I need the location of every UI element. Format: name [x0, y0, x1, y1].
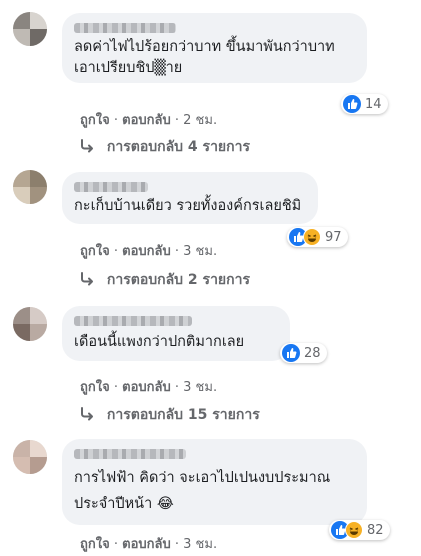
reply-arrow-icon — [81, 139, 93, 153]
like-button[interactable]: ถูกใจ — [80, 380, 110, 395]
view-replies-label: การตอบกลับ 4 รายการ — [106, 139, 250, 155]
comment-time[interactable]: 3 ชม. — [183, 244, 217, 259]
reaction-count: 28 — [304, 345, 321, 361]
view-replies-link[interactable]: การตอบกลับ 15 รายการ — [80, 404, 260, 426]
view-replies-label: การตอบกลับ 2 รายการ — [106, 272, 250, 288]
haha-icon — [303, 228, 321, 246]
comment-bubble: เดือนนี้แพงกว่าปกติมากเลย — [62, 306, 290, 361]
haha-icon — [345, 521, 363, 539]
view-replies-link[interactable]: การตอบกลับ 4 รายการ — [80, 136, 250, 158]
avatar[interactable] — [13, 12, 47, 46]
separator: · — [174, 113, 180, 128]
comment-actions: ถูกใจ · ตอบกลับ · 2 ชม. — [80, 109, 217, 130]
comment-actions: ถูกใจ · ตอบกลับ · 3 ชม. — [80, 533, 217, 554]
author-name-blurred[interactable] — [74, 316, 192, 326]
comment-time[interactable]: 3 ชม. — [183, 380, 217, 395]
comment-text-line: เอาเปรียบชิป▒าย — [74, 60, 183, 76]
like-icon — [282, 344, 300, 362]
comment-actions: ถูกใจ · ตอบกลับ · 3 ชม. — [80, 240, 217, 261]
reply-button[interactable]: ตอบกลับ — [122, 113, 171, 128]
comment-actions: ถูกใจ · ตอบกลับ · 3 ชม. — [80, 376, 217, 397]
separator: · — [174, 244, 180, 259]
reaction-summary[interactable]: 82 — [329, 520, 390, 540]
comment-text-line: ประจำปีหน้า 😂 — [74, 496, 174, 512]
comment-text-line: เดือนนี้แพงกว่าปกติมากเลย — [74, 334, 245, 350]
like-button[interactable]: ถูกใจ — [80, 113, 110, 128]
comment-text-line: ลดค่าไฟไปร้อยกว่าบาท ขึ้นมาพันกว่าบาท — [74, 39, 335, 55]
reply-button[interactable]: ตอบกลับ — [122, 537, 171, 552]
author-name-blurred[interactable] — [74, 23, 176, 33]
comment-text-line: การไฟฟ้า คิดว่า จะเอาไปเปนงบประมาณ — [74, 470, 331, 486]
separator: · — [174, 380, 180, 395]
separator: · — [113, 537, 118, 552]
comment-time[interactable]: 2 ชม. — [183, 113, 217, 128]
comment-time[interactable]: 3 ชม. — [183, 537, 217, 552]
reaction-summary[interactable]: 14 — [341, 94, 388, 114]
avatar[interactable] — [13, 170, 47, 204]
separator: · — [113, 380, 118, 395]
comment-text-line: กะเก็บบ้านเดียว รวยทั้งองค์กรเลยชิมิ — [74, 198, 302, 214]
author-name-blurred[interactable] — [74, 449, 186, 459]
like-button[interactable]: ถูกใจ — [80, 244, 110, 259]
reply-button[interactable]: ตอบกลับ — [122, 380, 171, 395]
reaction-count: 82 — [367, 522, 384, 538]
reply-arrow-icon — [81, 272, 93, 286]
reaction-summary[interactable]: 97 — [287, 227, 348, 247]
separator: · — [174, 537, 180, 552]
view-replies-link[interactable]: การตอบกลับ 2 รายการ — [80, 269, 250, 291]
comment-bubble: การไฟฟ้า คิดว่า จะเอาไปเปนงบประมาณ ประจำ… — [62, 439, 367, 525]
comment-bubble: ลดค่าไฟไปร้อยกว่าบาท ขึ้นมาพันกว่าบาท เอ… — [62, 13, 367, 83]
avatar[interactable] — [13, 440, 47, 474]
reply-arrow-icon — [81, 407, 93, 421]
like-button[interactable]: ถูกใจ — [80, 537, 110, 552]
author-name-blurred[interactable] — [74, 182, 148, 192]
view-replies-label: การตอบกลับ 15 รายการ — [106, 407, 260, 423]
avatar[interactable] — [13, 307, 47, 341]
like-icon — [343, 95, 361, 113]
reaction-count: 14 — [365, 96, 382, 112]
reaction-summary[interactable]: 28 — [280, 343, 327, 363]
comment-bubble: กะเก็บบ้านเดียว รวยทั้งองค์กรเลยชิมิ — [62, 172, 318, 224]
separator: · — [113, 113, 118, 128]
reaction-count: 97 — [325, 229, 342, 245]
separator: · — [113, 244, 118, 259]
reply-button[interactable]: ตอบกลับ — [122, 244, 171, 259]
